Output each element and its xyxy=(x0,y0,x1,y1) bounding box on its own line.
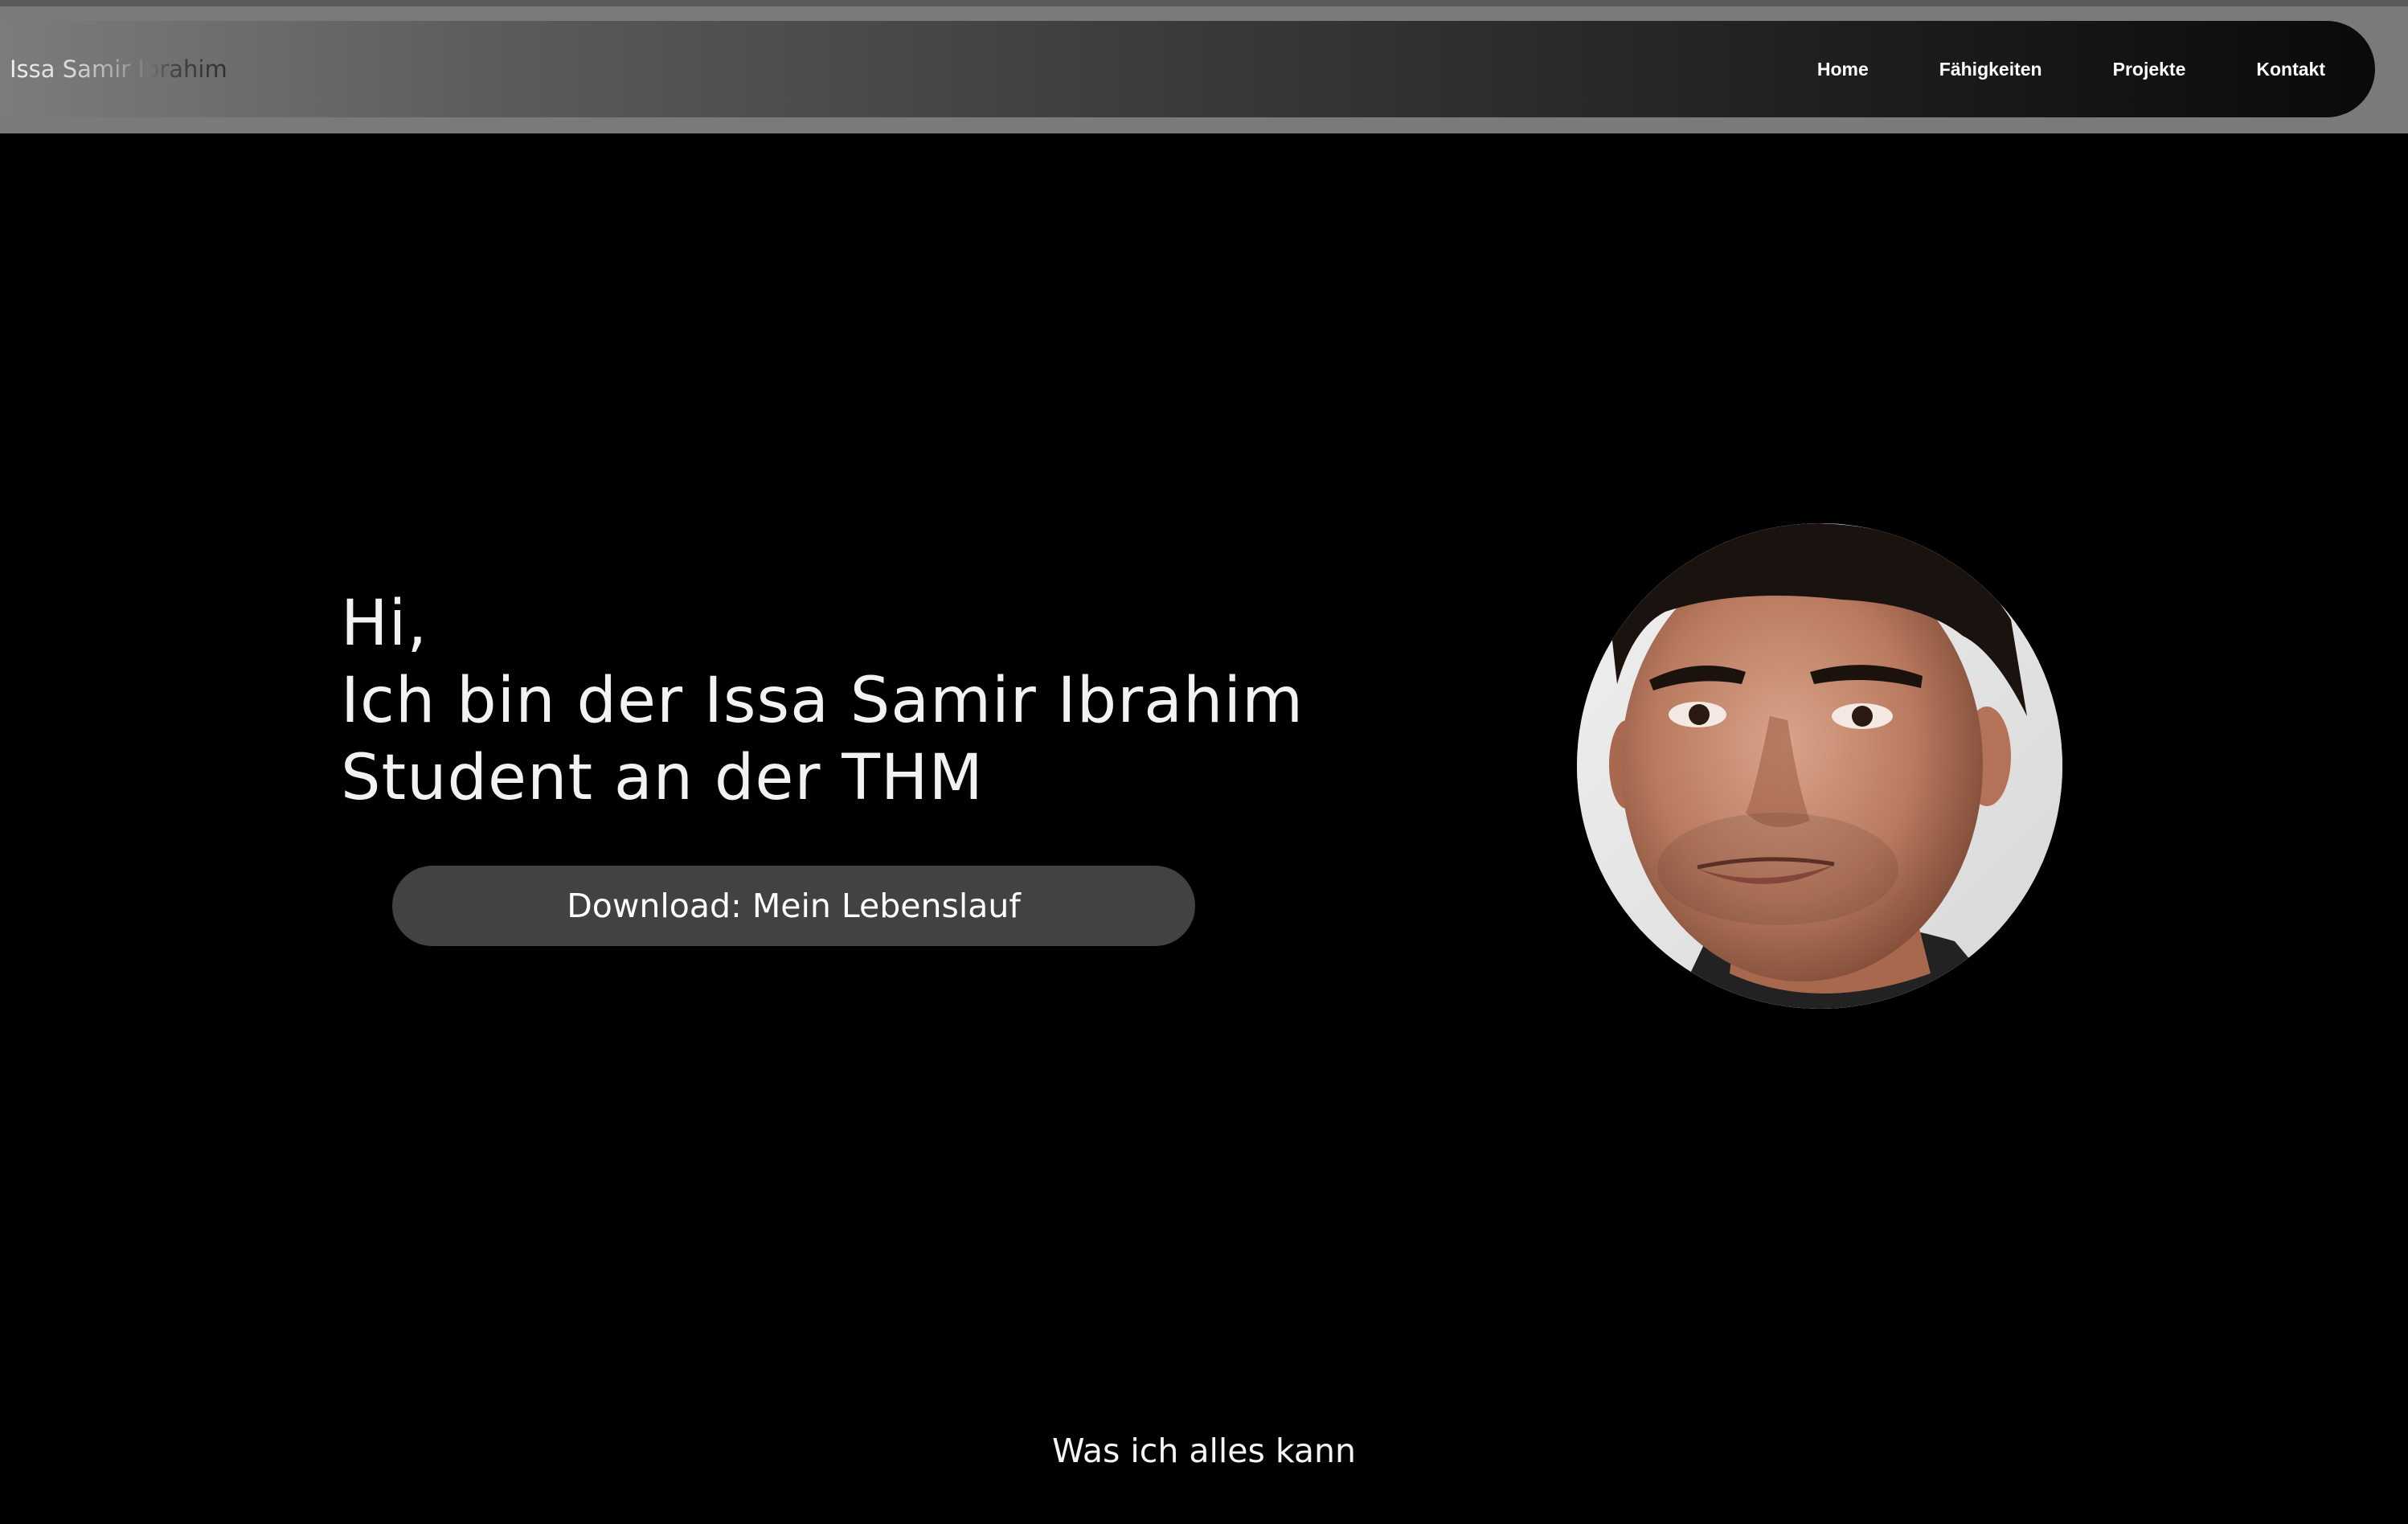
profile-photo xyxy=(1577,523,2062,1009)
profile-photo-icon xyxy=(1577,523,2062,1009)
hero-greeting: Hi, xyxy=(341,588,428,660)
skills-heading: Was ich alles kann xyxy=(1051,1432,1357,1470)
nav-link-faehigkeiten[interactable]: Fähigkeiten xyxy=(1939,59,2042,80)
download-cv-button[interactable]: Download: Mein Lebenslauf xyxy=(392,866,1195,946)
hero-heading: Hi, Ich bin der Issa Samir Ibrahim Stude… xyxy=(341,585,1304,817)
header-top-strip xyxy=(0,0,2408,6)
hero-intro: Ich bin der Issa Samir Ibrahim xyxy=(341,665,1304,737)
hero-role: Student an der THM xyxy=(341,742,984,814)
page: Issa Samir Ibrahim Home Fähigkeiten Proj… xyxy=(0,0,2408,1524)
navbar: Issa Samir Ibrahim Home Fähigkeiten Proj… xyxy=(0,21,2375,117)
nav-link-home[interactable]: Home xyxy=(1817,59,1869,80)
nav-link-projekte[interactable]: Projekte xyxy=(2113,59,2186,80)
brand-logo[interactable]: Issa Samir Ibrahim xyxy=(10,21,227,117)
nav-links: Home Fähigkeiten Projekte Kontakt xyxy=(1817,21,2325,117)
nav-link-kontakt[interactable]: Kontakt xyxy=(2256,59,2325,80)
